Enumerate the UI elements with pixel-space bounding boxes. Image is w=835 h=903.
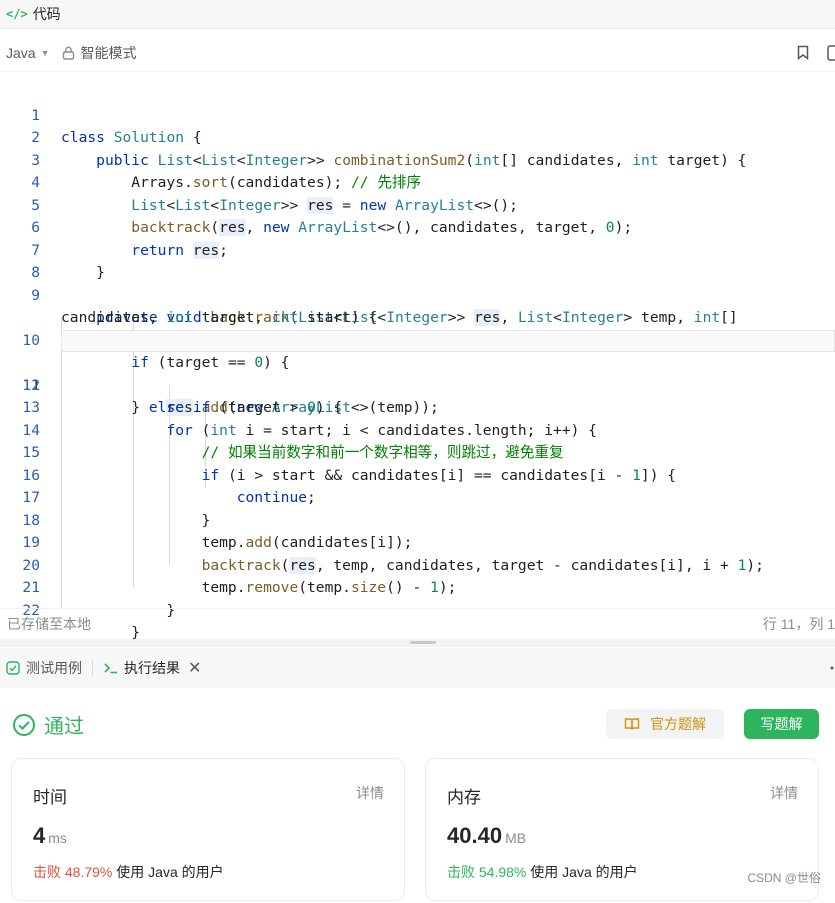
editor-status-bar: 已存储至本地 行 11，列 1 — [0, 608, 835, 638]
code-editor[interactable]: 1 class Solution { 2 public List<List<In… — [0, 82, 835, 642]
runtime-beat-prefix: 击败 — [33, 864, 61, 880]
code-tab-header: </> 代码 — [0, 0, 835, 29]
code-line: 21 } — [0, 555, 835, 619]
accepted-status: 通过 — [12, 710, 84, 739]
cursor-position: 行 11，列 1 — [762, 615, 835, 632]
tab-testcase[interactable]: 测试用例 — [6, 648, 103, 688]
write-solution-button[interactable]: 写题解 — [744, 709, 819, 739]
code-line: 6 return res; — [0, 195, 835, 259]
language-select[interactable]: Java ▼ — [6, 45, 50, 61]
runtime-number: 4 — [33, 823, 46, 848]
accepted-label: 通过 — [44, 716, 84, 738]
runtime-unit: ms — [48, 830, 67, 846]
panel-more-icon[interactable] — [829, 660, 835, 676]
watermark: CSDN @世俗 — [747, 871, 821, 885]
runtime-detail-link[interactable]: 详情 — [356, 783, 384, 803]
smart-mode-label: 智能模式 — [80, 44, 137, 61]
terminal-icon — [104, 663, 117, 674]
code-line: 12 } else if (target > 0) { — [0, 352, 835, 417]
language-label: Java — [6, 44, 36, 61]
lock-icon — [62, 46, 74, 60]
memory-beat: 击败 54.98% 使用 Java 的用户 — [447, 862, 638, 882]
code-line: 3 Arrays.sort(candidates); // 先排序 — [0, 127, 835, 192]
code-line: 13 for (int i = start; i < candidates.le… — [0, 375, 835, 439]
tab-testcase-label: 测试用例 — [26, 660, 82, 676]
tab-divider — [92, 660, 93, 676]
editor-toolbar: Java ▼ 智能模式 — [0, 34, 835, 72]
code-line-current: 11 res.add(new ArrayList<>(temp)); — [0, 329, 835, 416]
checkbox-icon — [6, 661, 20, 675]
current-line-highlight — [61, 329, 835, 352]
runtime-beat: 击败 48.79% 使用 Java 的用户 — [33, 862, 224, 882]
code-line: 8 — [0, 240, 835, 281]
memory-beat-suffix: 使用 Java 的用户 — [530, 864, 638, 880]
code-line: 5 backtrack(res, new ArrayList<>(), cand… — [0, 172, 835, 236]
code-line: 20 temp.remove(temp.size() - 1); — [0, 532, 835, 597]
code-line: 1 class Solution { — [0, 82, 835, 147]
chevron-down-icon: ▼ — [40, 47, 50, 58]
smart-mode-button[interactable]: 智能模式 — [62, 43, 137, 63]
runtime-beat-suffix: 使用 Java 的用户 — [116, 864, 224, 880]
code-line: 9 private void backtrack(List<List<Integ… — [0, 262, 835, 326]
code-line: 16 continue; — [0, 442, 835, 507]
bottom-panel-tabs: 测试用例 执行结果 ✕ — [0, 648, 835, 688]
book-icon — [624, 718, 640, 730]
memory-beat-prefix: 击败 — [447, 864, 475, 880]
code-line: 10 if (target == 0) { — [0, 307, 835, 372]
check-circle-icon — [13, 713, 35, 736]
code-line: 17 } — [0, 465, 835, 529]
tab-result[interactable]: 执行结果 ✕ — [103, 648, 201, 688]
memory-beat-percent: 54.98% — [478, 864, 527, 880]
memory-value: 40.40 MB — [447, 823, 526, 849]
code-line: 18 temp.add(candidates[i]); — [0, 487, 835, 552]
bookmark-icon[interactable] — [797, 45, 809, 60]
result-panel: 通过 官方题解 写题解 时间 详情 4 ms 击败 48.79% 使用 Java … — [0, 688, 835, 903]
code-line: 22 } — [0, 577, 835, 642]
code-line: 4 List<List<Integer>> res = new ArrayLis… — [0, 150, 835, 214]
code-line: 2 public List<List<Integer>> combination… — [0, 105, 835, 169]
save-status: 已存储至本地 — [7, 615, 91, 632]
memory-number: 40.40 — [447, 823, 503, 848]
resize-grip[interactable] — [410, 641, 436, 644]
runtime-label: 时间 — [33, 788, 67, 807]
more-options-icon[interactable] — [827, 45, 835, 61]
runtime-value: 4 ms — [33, 823, 67, 849]
memory-label: 内存 — [447, 788, 481, 807]
runtime-beat-percent: 48.79% — [64, 864, 113, 880]
tab-result-label: 执行结果 — [124, 660, 180, 676]
panel-resize-handle[interactable] — [0, 639, 835, 647]
official-solution-label: 官方题解 — [650, 716, 706, 732]
code-line: 19 backtrack(res, temp, candidates, targ… — [0, 510, 835, 574]
memory-detail-link[interactable]: 详情 — [770, 783, 798, 803]
memory-unit: MB — [505, 830, 527, 846]
official-solution-button[interactable]: 官方题解 — [606, 709, 724, 739]
code-line: 15 if (i > start && candidates[i] == can… — [0, 420, 835, 484]
runtime-card[interactable]: 时间 详情 4 ms 击败 48.79% 使用 Java 的用户 — [11, 758, 405, 901]
close-icon[interactable]: ✕ — [188, 658, 201, 678]
code-line: 7 } — [0, 217, 835, 282]
code-line: 14 // 如果当前数字和前一个数字相等，则跳过，避免重复 — [0, 397, 835, 462]
code-tab-title: 代码 — [32, 6, 61, 22]
code-icon: </> — [6, 7, 28, 21]
code-line-wrapped: candidates, int target, int start) { — [61, 309, 378, 326]
